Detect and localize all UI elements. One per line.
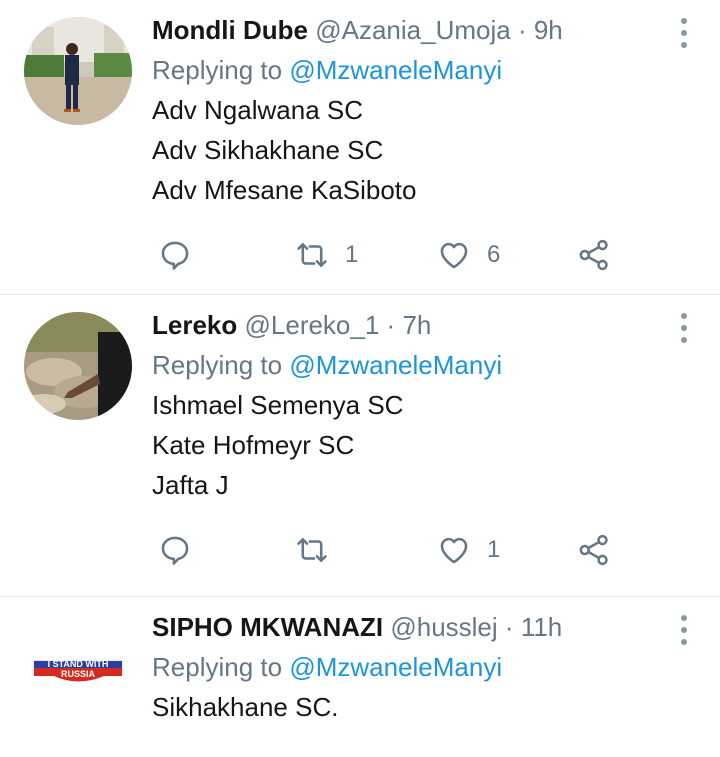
tweet[interactable]: Mondli Dube @Azania_Umoja · 9h Replying … [0,0,720,295]
mention-link[interactable]: @MzwaneleManyi [289,350,502,380]
reply-bubble-icon [161,241,189,270]
tweet-line: Adv Ngalwana SC [152,95,363,125]
reply-button[interactable] [158,235,192,275]
tweet-header: SIPHO MKWANAZI @husslej · 11h [152,611,690,643]
tweet-line: Kate Hofmeyr SC [152,430,355,460]
avatar[interactable] [24,312,132,420]
tweet-header: Mondli Dube @Azania_Umoja · 9h [152,14,690,46]
replying-prefix: Replying to [152,55,290,85]
tweet-text: Ishmael Semenya SC Kate Hofmeyr SC Jafta… [152,385,690,505]
more-vertical-icon[interactable] [676,313,692,349]
retweet-icon [297,243,327,267]
like-button[interactable]: 1 [437,530,500,570]
tweet-line: Sikhakhane SC. [152,692,339,722]
separator-dot: · [504,612,514,642]
tweet-line: Ishmael Semenya SC [152,390,404,420]
reply-button[interactable] [158,530,192,570]
tweet[interactable]: I STAND WITH RUSSIA SIPHO MKWANAZI @huss… [0,597,720,757]
tweet[interactable]: Lereko @Lereko_1 · 7h Replying to @Mzwan… [0,295,720,597]
tweet-text: Adv Ngalwana SC Adv Sikhakhane SC Adv Mf… [152,90,690,210]
avatar-text: RUSSIA [61,669,96,679]
user-handle[interactable]: @Lereko_1 [245,310,380,340]
share-icon [579,534,608,566]
timestamp[interactable]: 7h [402,310,431,340]
tweet-line: Adv Mfesane KaSiboto [152,175,417,205]
avatar[interactable] [24,17,132,125]
avatar-text: I STAND WITH [48,659,109,669]
separator-dot: · [517,15,527,45]
display-name[interactable]: Lereko [152,310,237,340]
tweet-line: Jafta J [152,470,229,500]
replying-prefix: Replying to [152,350,290,380]
replying-to: Replying to @MzwaneleManyi [152,349,690,381]
like-count: 1 [487,536,501,563]
user-handle[interactable]: @husslej [390,612,497,642]
retweet-count: 1 [345,241,359,268]
retweet-button[interactable] [295,530,345,570]
share-button[interactable] [577,235,611,275]
avatar[interactable]: I STAND WITH RUSSIA [24,615,132,723]
display-name[interactable]: Mondli Dube [152,15,308,45]
share-button[interactable] [577,530,611,570]
mention-link[interactable]: @MzwaneleManyi [289,652,502,682]
timestamp[interactable]: 11h [521,612,562,642]
mention-link[interactable]: @MzwaneleManyi [289,55,502,85]
reply-bubble-icon [161,536,189,565]
heart-icon [440,242,468,269]
user-handle[interactable]: @Azania_Umoja [315,15,510,45]
timestamp[interactable]: 9h [534,15,563,45]
tweet-actions: 1 [152,530,720,570]
replying-to: Replying to @MzwaneleManyi [152,54,690,86]
tweet-text: Sikhakhane SC. [152,687,690,727]
replying-prefix: Replying to [152,652,290,682]
tweet-line: Adv Sikhakhane SC [152,135,384,165]
replying-to: Replying to @MzwaneleManyi [152,651,690,683]
like-count: 6 [487,241,501,268]
separator-dot: · [386,310,396,340]
retweet-button[interactable]: 1 [295,235,358,275]
share-icon [579,239,608,271]
display-name[interactable]: SIPHO MKWANAZI [152,612,383,642]
tweet-actions: 1 6 [152,235,720,275]
retweet-icon [297,538,327,562]
like-button[interactable]: 6 [437,235,500,275]
heart-icon [440,537,468,564]
more-vertical-icon[interactable] [676,615,692,651]
tweet-header: Lereko @Lereko_1 · 7h [152,309,690,341]
more-vertical-icon[interactable] [676,18,692,54]
